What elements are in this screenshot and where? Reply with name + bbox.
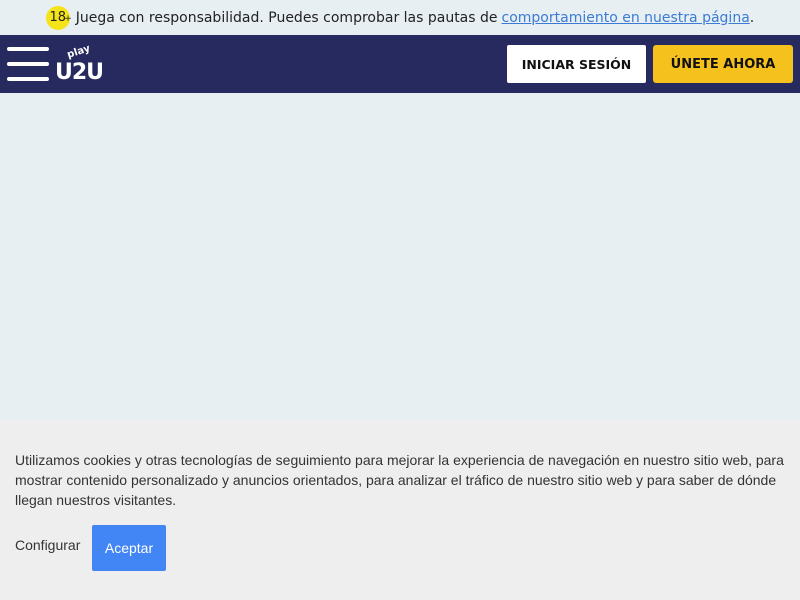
configure-cookies-button[interactable]: Configurar xyxy=(15,537,80,553)
cookie-consent-banner: Utilizamos cookies y otras tecnologías d… xyxy=(0,420,800,600)
age-badge-plus: + xyxy=(64,13,72,24)
logo-play-text: play xyxy=(66,43,92,61)
banner-text: Juega con responsabilidad. Puedes compro… xyxy=(75,9,498,26)
menu-icon[interactable] xyxy=(7,47,49,81)
playu2u-logo[interactable]: play U2U xyxy=(54,43,108,85)
cookie-text: Utilizamos cookies y otras tecnologías d… xyxy=(15,452,784,508)
logo-main-text: U2U xyxy=(55,60,103,85)
site-header: play U2U INICIAR SESIÓN ÚNETE AHORA xyxy=(0,35,800,93)
age-18-badge: 18 + xyxy=(45,5,72,30)
join-now-button[interactable]: ÚNETE AHORA xyxy=(653,45,793,83)
login-button[interactable]: INICIAR SESIÓN xyxy=(507,45,646,83)
responsible-gaming-banner: 18 + Juega con responsabilidad. Puedes c… xyxy=(0,0,800,35)
responsible-gaming-link[interactable]: comportamiento en nuestra página xyxy=(502,10,750,26)
banner-period: . xyxy=(749,9,755,26)
accept-cookies-button[interactable]: Aceptar xyxy=(92,525,166,571)
